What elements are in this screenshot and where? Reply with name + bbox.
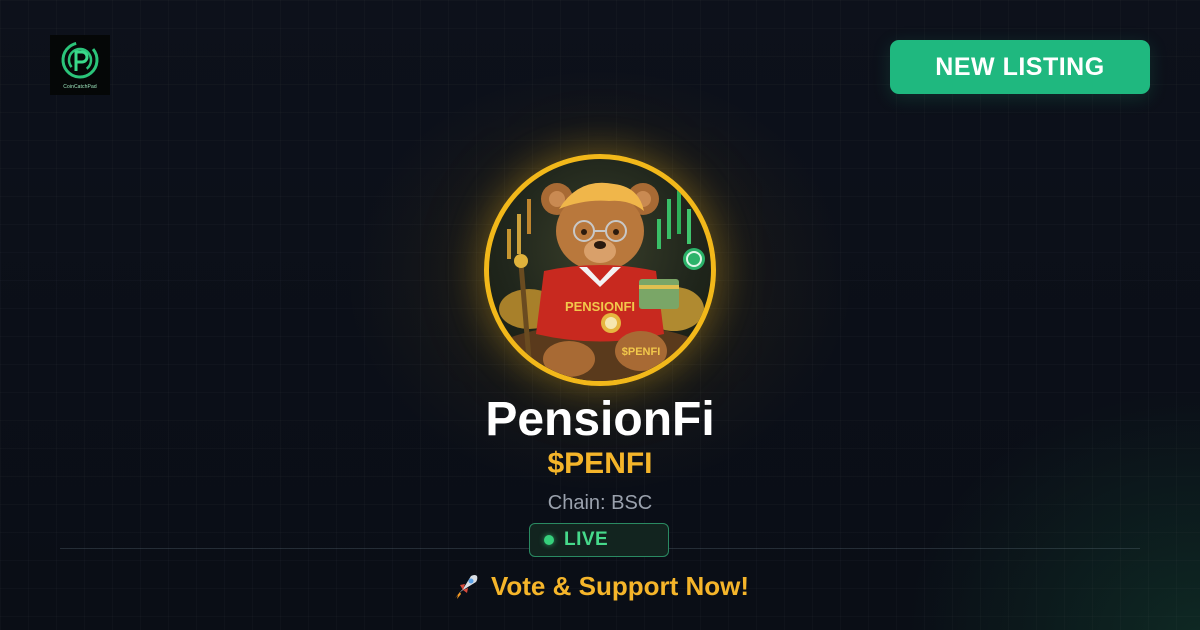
rocket-icon: [454, 575, 478, 599]
foot-lettering: $PENFI: [622, 346, 661, 358]
project-ticker: $PENFI: [547, 447, 653, 480]
cta-label: Vote & Support Now!: [490, 571, 750, 601]
teddy-bear-avatar-icon: PENSIONFI $PENFI: [489, 182, 711, 381]
project-name: PensionFi: [485, 393, 715, 446]
new-listing-badge: NEW LISTING: [890, 40, 1150, 94]
project-avatar: PENSIONFI $PENFI: [484, 154, 716, 386]
live-status-label: LIVE: [564, 529, 609, 550]
sweater-lettering: PENSIONFI: [565, 299, 635, 314]
brand-logo-text: CoinCatchPad: [63, 84, 97, 90]
live-dot-icon: [544, 535, 554, 545]
project-chain: Chain: BSC: [547, 492, 653, 514]
live-status-badge: LIVE: [529, 523, 669, 557]
brand-logo[interactable]: CoinCatchPad: [50, 35, 110, 95]
vote-support-cta[interactable]: Vote & Support Now!: [0, 569, 1200, 603]
